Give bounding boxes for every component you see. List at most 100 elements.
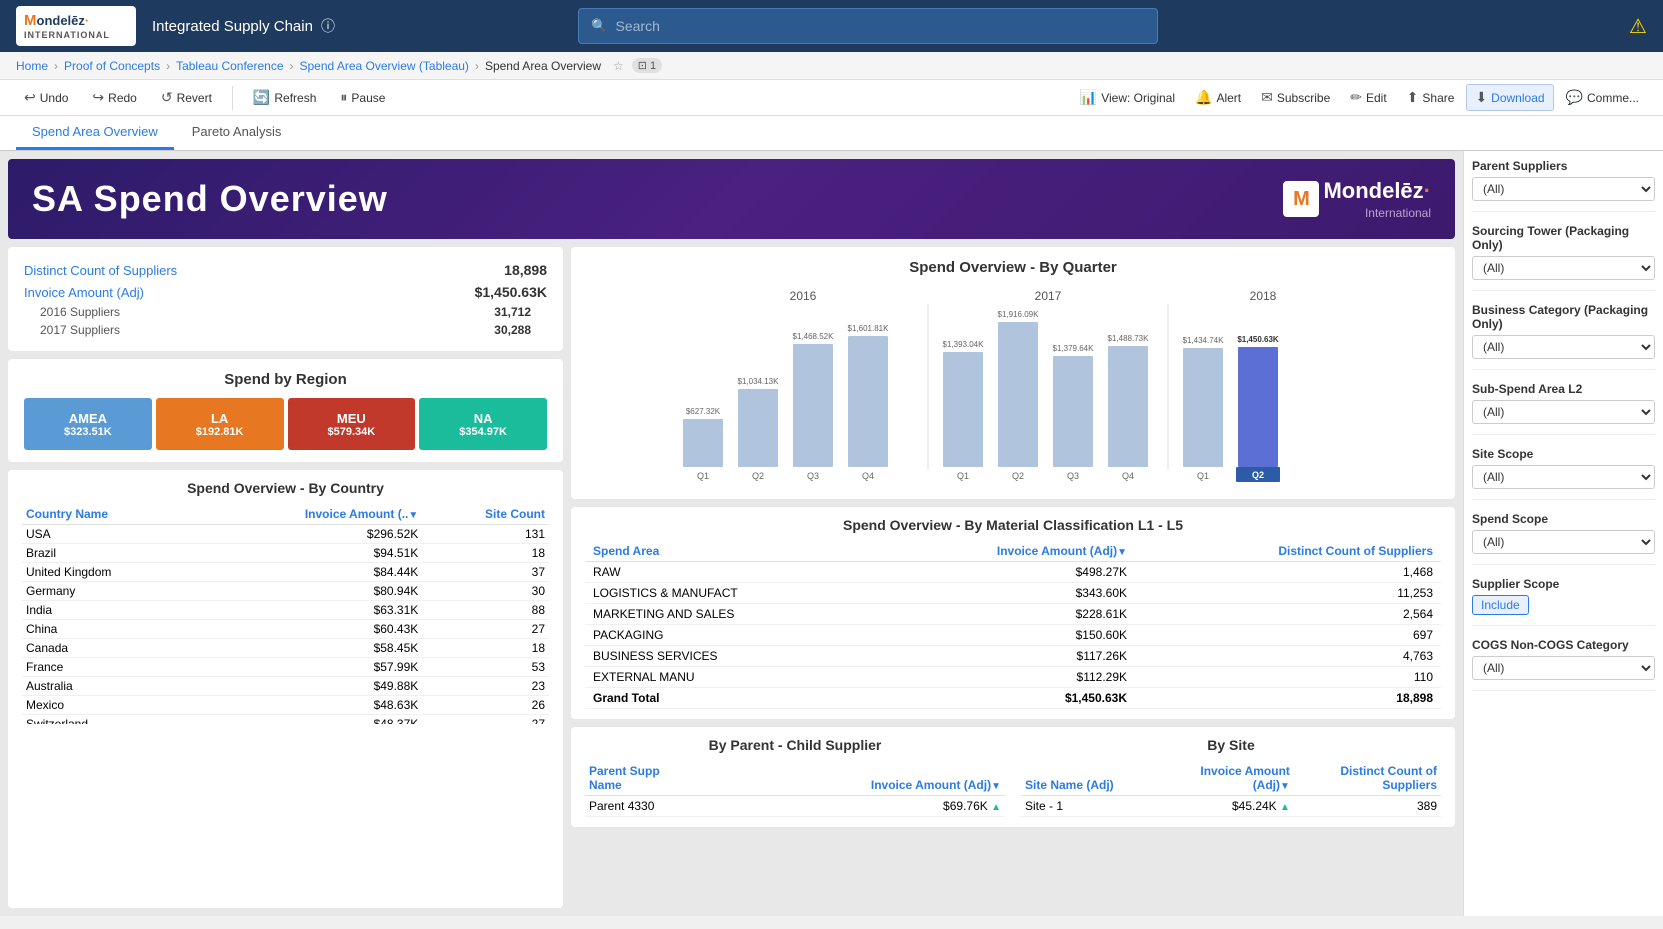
table-row[interactable]: PACKAGING$150.60K697 xyxy=(585,625,1441,646)
sub-spend-area-select[interactable]: (All) xyxy=(1472,400,1655,424)
toolbar-right: 📊 View: Original 🔔 Alert ✉ Subscribe ✏ E… xyxy=(1072,84,1647,111)
breadcrumb-home[interactable]: Home xyxy=(16,59,48,73)
refresh-button[interactable]: 🔄 Refresh xyxy=(245,85,324,110)
parent-suppliers-select[interactable]: (All) xyxy=(1472,177,1655,201)
spend-area-header: Spend Area xyxy=(585,541,873,562)
svg-text:Q4: Q4 xyxy=(1122,471,1134,481)
download-button[interactable]: ⬇ Download xyxy=(1466,84,1553,111)
spend-scope-label: Spend Scope xyxy=(1472,512,1655,526)
suppliers-2016-row: 2016 Suppliers 31,712 xyxy=(24,303,547,321)
svg-text:2018: 2018 xyxy=(1250,289,1277,303)
tab-pareto[interactable]: Pareto Analysis xyxy=(176,116,298,150)
view-icon: 📊 xyxy=(1080,89,1097,106)
subscribe-button[interactable]: ✉ Subscribe xyxy=(1253,85,1338,110)
star-icon[interactable]: ☆ xyxy=(613,59,624,73)
edit-button[interactable]: ✏ Edit xyxy=(1342,85,1394,110)
table-row[interactable]: Mexico$48.63K26 xyxy=(22,696,549,715)
bar-2017-q3[interactable] xyxy=(1053,356,1093,467)
table-row[interactable]: MARKETING AND SALES$228.61K2,564 xyxy=(585,604,1441,625)
region-bar-amea[interactable]: AMEA $323.51K xyxy=(24,398,152,450)
supplier-scope-label: Supplier Scope xyxy=(1472,577,1655,591)
invoice-amount-label: Invoice Amount (Adj) xyxy=(24,285,144,300)
refresh-icon: 🔄 xyxy=(253,89,270,106)
region-bar-la[interactable]: LA $192.81K xyxy=(156,398,284,450)
tab-spend-overview[interactable]: Spend Area Overview xyxy=(16,116,174,150)
revert-button[interactable]: ↺ Revert xyxy=(153,85,220,110)
bar-2018-q1[interactable] xyxy=(1183,348,1223,467)
table-row[interactable]: RAW$498.27K1,468 xyxy=(585,562,1441,583)
invoice-amount-header: Invoice Amount (..▼ xyxy=(196,504,422,525)
table-row[interactable]: LOGISTICS & MANUFACT$343.60K11,253 xyxy=(585,583,1441,604)
table-row[interactable]: USA$296.52K131 xyxy=(22,525,549,544)
svg-text:Q2: Q2 xyxy=(1252,470,1264,480)
bar-2016-q2[interactable] xyxy=(738,389,778,467)
supplier-scope-value[interactable]: Include xyxy=(1472,595,1529,615)
table-row[interactable]: BUSINESS SERVICES$117.26K4,763 xyxy=(585,646,1441,667)
svg-text:$627.32K: $627.32K xyxy=(686,407,721,416)
table-row[interactable]: United Kingdom$84.44K37 xyxy=(22,563,549,582)
search-input[interactable] xyxy=(616,18,1146,34)
suppliers-2016-label: 2016 Suppliers xyxy=(40,305,120,319)
business-category-select[interactable]: (All) xyxy=(1472,335,1655,359)
suppliers-2017-label: 2017 Suppliers xyxy=(40,323,120,337)
info-icon[interactable]: ⓘ xyxy=(321,16,335,36)
nav-title: Integrated Supply Chain xyxy=(152,18,313,35)
bar-2016-q4[interactable] xyxy=(848,336,888,467)
spend-scope-select[interactable]: (All) xyxy=(1472,530,1655,554)
breadcrumb-conference[interactable]: Tableau Conference xyxy=(176,59,283,73)
bar-2017-q1[interactable] xyxy=(943,352,983,467)
svg-text:$1,379.64K: $1,379.64K xyxy=(1053,344,1095,353)
table-row[interactable]: China$60.43K27 xyxy=(22,620,549,639)
dashboard-title: SA Spend Overview xyxy=(32,178,388,220)
table-row[interactable]: Australia$49.88K23 xyxy=(22,677,549,696)
bar-2016-q3[interactable] xyxy=(793,344,833,467)
share-button[interactable]: ⬆ Share xyxy=(1399,85,1463,110)
country-table-body: USA$296.52K131 Brazil$94.51K18 United Ki… xyxy=(22,525,549,725)
country-table-scroll[interactable]: Country Name Invoice Amount (..▼ Site Co… xyxy=(22,504,549,724)
table-row[interactable]: Germany$80.94K30 xyxy=(22,582,549,601)
cogs-select[interactable]: (All) xyxy=(1472,656,1655,680)
table-row[interactable]: EXTERNAL MANU$112.29K110 xyxy=(585,667,1441,688)
table-row[interactable]: India$63.31K88 xyxy=(22,601,549,620)
breadcrumb-current: Spend Area Overview xyxy=(485,59,601,73)
bar-2017-q2[interactable] xyxy=(998,322,1038,467)
table-row[interactable]: France$57.99K53 xyxy=(22,658,549,677)
alert-button[interactable]: 🔔 Alert xyxy=(1187,85,1249,110)
pause-button[interactable]: ⏸ Pause xyxy=(332,85,393,110)
site-scope-select[interactable]: (All) xyxy=(1472,465,1655,489)
comment-icon: 💬 xyxy=(1566,89,1583,106)
supplier-scope-filter: Supplier Scope Include xyxy=(1472,577,1655,626)
mondelez-dash-logo: Mondelēz· xyxy=(1323,178,1431,204)
spend-region-title: Spend by Region xyxy=(24,371,547,388)
breadcrumb-proof[interactable]: Proof of Concepts xyxy=(64,59,160,73)
table-row[interactable]: Switzerland$48.37K27 xyxy=(22,715,549,725)
country-name-header: Country Name xyxy=(22,504,196,525)
table-row[interactable]: Site - 1 $45.24K ▲ 389 xyxy=(1021,796,1441,817)
table-row[interactable]: Brazil$94.51K18 xyxy=(22,544,549,563)
by-site-title: By Site xyxy=(1021,737,1441,753)
svg-text:$1,434.74K: $1,434.74K xyxy=(1183,336,1225,345)
table-row[interactable]: Parent 4330 $69.76K ▲ xyxy=(585,796,1005,817)
region-bar-na[interactable]: NA $354.97K xyxy=(419,398,547,450)
bar-2017-q4[interactable] xyxy=(1108,346,1148,467)
quarter-chart: Spend Overview - By Quarter 2016 2017 20… xyxy=(571,247,1455,499)
region-bar-meu[interactable]: MEU $579.34K xyxy=(288,398,416,450)
redo-button[interactable]: ↪ Redo xyxy=(84,85,144,110)
material-table: Spend Area Invoice Amount (Adj)▼ Distinc… xyxy=(585,541,1441,709)
bar-2018-q2[interactable] xyxy=(1238,347,1278,467)
alert-icon[interactable]: ⚠ xyxy=(1629,14,1647,39)
quarter-title: Spend Overview - By Quarter xyxy=(587,259,1439,276)
tabs-bar: Spend Area Overview Pareto Analysis xyxy=(0,116,1663,151)
comment-button[interactable]: 💬 Comme... xyxy=(1558,85,1647,110)
grand-total-row: Grand Total $1,450.63K 18,898 xyxy=(585,688,1441,709)
view-original-button[interactable]: 📊 View: Original xyxy=(1072,85,1183,110)
sourcing-tower-select[interactable]: (All) xyxy=(1472,256,1655,280)
table-row[interactable]: Canada$58.45K18 xyxy=(22,639,549,658)
bar-2016-q1[interactable] xyxy=(683,419,723,467)
sourcing-tower-label: Sourcing Tower (Packaging Only) xyxy=(1472,224,1655,252)
mondelez-logo[interactable]: Mondelēz· INTERNATIONAL xyxy=(16,6,136,46)
distinct-count-header: Distinct Count of Suppliers xyxy=(1135,541,1441,562)
breadcrumb-overview-link[interactable]: Spend Area Overview (Tableau) xyxy=(300,59,469,73)
undo-button[interactable]: ↩ Undo xyxy=(16,85,76,110)
search-bar[interactable]: 🔍 xyxy=(578,8,1158,44)
